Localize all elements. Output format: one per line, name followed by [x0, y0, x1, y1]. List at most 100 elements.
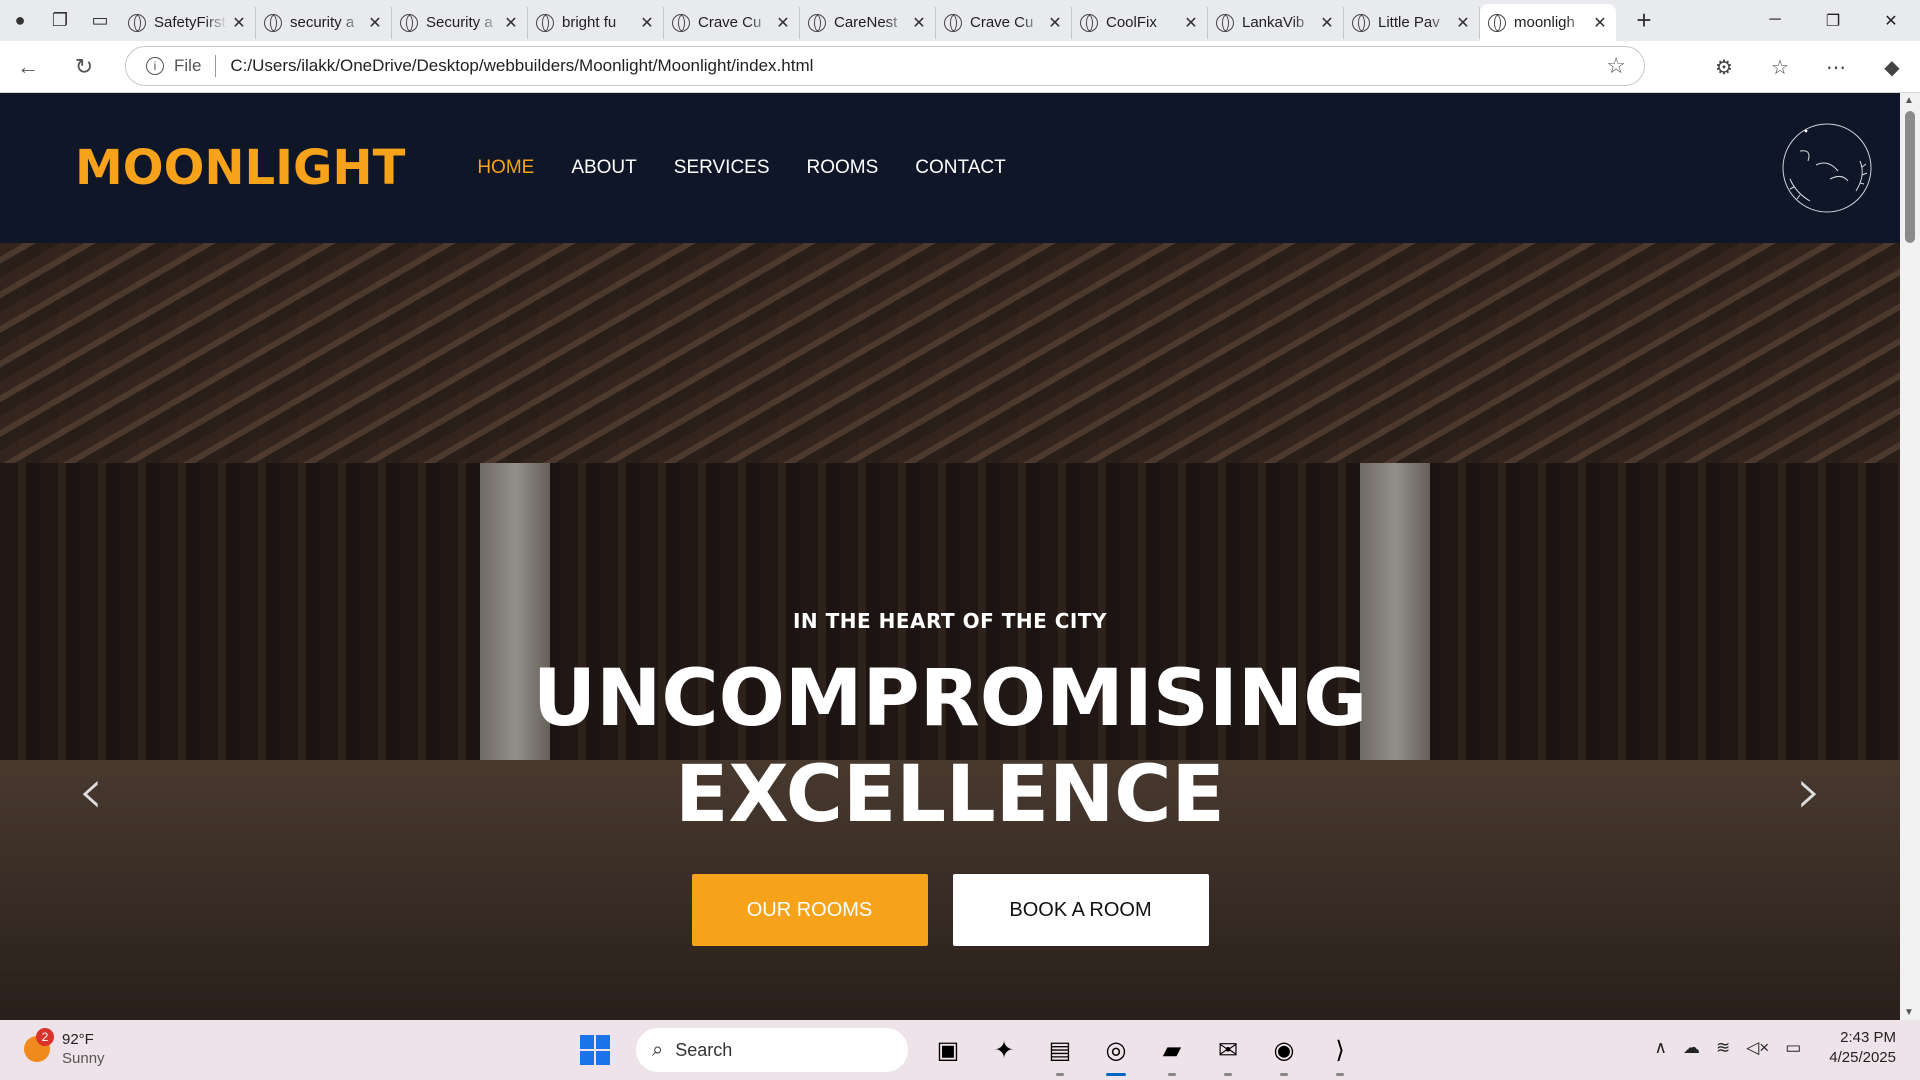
- globe-icon: [1216, 13, 1234, 32]
- browser-tab[interactable]: Little Pav ✕: [1344, 6, 1480, 39]
- scroll-up-icon[interactable]: ▲: [1904, 95, 1914, 106]
- browser-tab[interactable]: SafetyFirst ✕: [120, 6, 256, 39]
- copilot-app-icon[interactable]: ✦: [981, 1028, 1027, 1072]
- tab-title: Crave Cu: [970, 14, 1034, 31]
- minimize-icon[interactable]: ─: [1746, 11, 1804, 31]
- close-tab-icon[interactable]: ✕: [1319, 13, 1335, 33]
- nav-rooms[interactable]: ROOMS: [807, 157, 879, 179]
- nav-services[interactable]: SERVICES: [674, 157, 770, 179]
- close-tab-icon[interactable]: ✕: [775, 13, 791, 33]
- browser-tab[interactable]: CareNest ✕: [800, 6, 936, 39]
- tab-title: SafetyFirst: [154, 14, 226, 31]
- close-tab-icon[interactable]: ✕: [1455, 13, 1471, 33]
- tab-title: Security a: [426, 14, 493, 31]
- back-icon[interactable]: ←: [0, 54, 56, 80]
- sunny-icon: 2: [24, 1028, 54, 1062]
- globe-icon: [1488, 13, 1506, 32]
- weather-condition: Sunny: [62, 1050, 105, 1067]
- our-rooms-button[interactable]: OUR ROOMS: [691, 874, 928, 946]
- nav-home[interactable]: HOME: [477, 157, 534, 179]
- url-scheme-label: File: [174, 56, 202, 75]
- nav-about[interactable]: ABOUT: [571, 157, 636, 179]
- chevron-up-icon[interactable]: ∧: [1654, 1038, 1666, 1058]
- book-a-room-button[interactable]: BOOK A ROOM: [952, 874, 1209, 946]
- clock[interactable]: 2:43 PM 4/25/2025: [1829, 1028, 1896, 1068]
- clock-time: 2:43 PM: [1840, 1029, 1896, 1046]
- chrome-icon[interactable]: ◉: [1261, 1028, 1307, 1076]
- tab-title: security a: [290, 14, 355, 31]
- close-tab-icon[interactable]: ✕: [1592, 13, 1608, 33]
- search-icon: ⌕: [652, 1038, 664, 1061]
- favorite-star-icon[interactable]: ☆: [1606, 53, 1626, 79]
- url-text[interactable]: C:/Users/ilakk/OneDrive/Desktop/webbuild…: [230, 56, 813, 76]
- hero-title: UNCOMPROMISING EXCELLENCE: [0, 651, 1900, 843]
- browser-tab[interactable]: CoolFix ✕: [1072, 6, 1208, 39]
- globe-icon: [944, 13, 962, 32]
- site-logo[interactable]: MOONLIGHT: [75, 140, 405, 196]
- main-nav: HOME ABOUT SERVICES ROOMS CONTACT: [477, 157, 1042, 179]
- close-tab-icon[interactable]: ✕: [231, 13, 247, 33]
- browser-tab[interactable]: Crave Cu ✕: [936, 6, 1072, 39]
- nav-contact[interactable]: CONTACT: [915, 157, 1005, 179]
- extensions-icon[interactable]: ⚙: [1696, 55, 1752, 80]
- globe-icon: [536, 13, 554, 32]
- onedrive-icon[interactable]: ☁: [1683, 1038, 1700, 1058]
- store-icon[interactable]: ▤: [1037, 1028, 1083, 1076]
- copilot-icon[interactable]: ◆: [1864, 55, 1920, 80]
- tab-title: moonligh: [1514, 14, 1575, 31]
- favorites-icon[interactable]: ☆: [1752, 55, 1808, 80]
- tab-actions-icon[interactable]: ▭: [80, 0, 120, 41]
- url-field[interactable]: i File C:/Users/ilakk/OneDrive/Desktop/w…: [125, 46, 1645, 86]
- tab-title: CoolFix: [1106, 14, 1157, 31]
- profile-icon[interactable]: ●: [0, 0, 40, 41]
- restore-icon[interactable]: ❐: [1804, 11, 1862, 31]
- browser-tab[interactable]: Crave Cu ✕: [664, 6, 800, 39]
- scroll-down-icon[interactable]: ▼: [1904, 1007, 1914, 1018]
- hero-kicker: IN THE HEART OF THE CITY: [792, 609, 1107, 633]
- carousel-prev-icon[interactable]: ‹: [78, 755, 104, 829]
- globe-icon: [672, 13, 690, 32]
- close-tab-icon[interactable]: ✕: [911, 13, 927, 33]
- vscode-icon[interactable]: ⟩: [1317, 1028, 1363, 1076]
- volume-muted-icon[interactable]: ◁×: [1746, 1038, 1769, 1058]
- tab-title: LankaVib: [1242, 14, 1305, 31]
- more-menu-icon[interactable]: ⋯: [1808, 55, 1864, 80]
- close-tab-icon[interactable]: ✕: [1183, 13, 1199, 33]
- close-tab-icon[interactable]: ✕: [367, 13, 383, 33]
- browser-tab[interactable]: bright fu ✕: [528, 6, 664, 39]
- workspaces-icon[interactable]: ❐: [40, 0, 80, 41]
- close-tab-icon[interactable]: ✕: [639, 13, 655, 33]
- info-icon[interactable]: i: [146, 57, 164, 75]
- task-view-icon[interactable]: ▣: [925, 1028, 971, 1072]
- tab-title: CareNest: [834, 14, 898, 31]
- refresh-icon[interactable]: ↻: [56, 54, 112, 80]
- hero-title-line2: EXCELLENCE: [675, 750, 1225, 840]
- close-tab-icon[interactable]: ✕: [503, 13, 519, 33]
- close-tab-icon[interactable]: ✕: [1047, 13, 1063, 33]
- carousel-next-icon[interactable]: ›: [1796, 755, 1822, 829]
- close-window-icon[interactable]: ✕: [1862, 11, 1920, 31]
- browser-tab[interactable]: security a ✕: [256, 6, 392, 39]
- wifi-icon[interactable]: ≋: [1716, 1038, 1730, 1058]
- weather-temp: 92°F: [62, 1031, 94, 1048]
- weather-widget[interactable]: 2 92°F Sunny: [24, 1028, 105, 1068]
- browser-tab[interactable]: Security a ✕: [392, 6, 528, 39]
- new-tab-button[interactable]: +: [1624, 5, 1664, 36]
- globe-icon: [808, 13, 826, 32]
- tab-title: Crave Cu: [698, 14, 762, 31]
- windows-taskbar: 2 92°F Sunny ⌕ Search ▣ ✦ ▤ ◎ ▰ ✉ ◉ ⟩ ∧ …: [0, 1020, 1920, 1080]
- browser-tab-active[interactable]: moonligh ✕: [1480, 4, 1616, 41]
- page-favicon-icon: [400, 13, 418, 32]
- battery-icon[interactable]: ▭: [1785, 1038, 1801, 1058]
- page-scrollbar[interactable]: ▲ ▼: [1900, 93, 1920, 1020]
- edge-icon[interactable]: ◎: [1093, 1028, 1139, 1076]
- start-button[interactable]: [580, 1035, 610, 1065]
- file-explorer-icon[interactable]: ▰: [1149, 1028, 1195, 1076]
- browser-tab[interactable]: LankaVib ✕: [1208, 6, 1344, 39]
- scrollbar-thumb[interactable]: [1905, 111, 1915, 243]
- search-favicon-icon: [264, 13, 282, 32]
- search-placeholder: Search: [675, 1039, 733, 1060]
- hero-section: IN THE HEART OF THE CITY UNCOMPROMISING …: [0, 243, 1900, 1020]
- outlook-icon[interactable]: ✉: [1205, 1028, 1251, 1076]
- taskbar-search[interactable]: ⌕ Search: [636, 1028, 908, 1072]
